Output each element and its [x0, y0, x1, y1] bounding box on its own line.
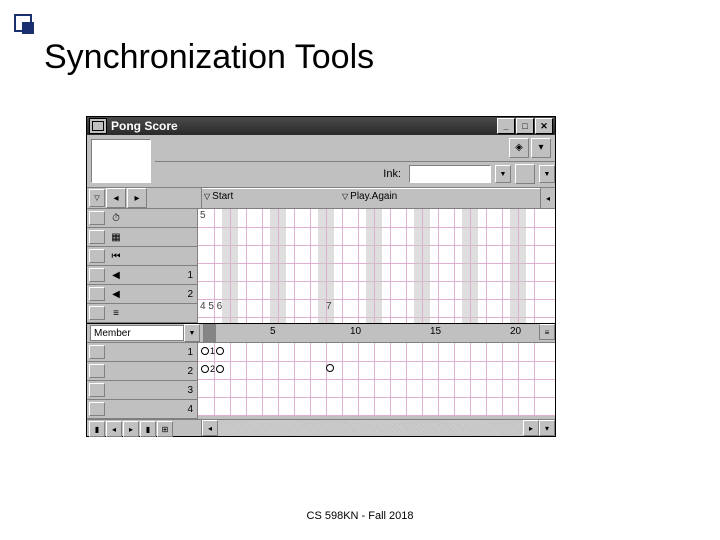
titlebar[interactable]: Pong Score _ □ ✕	[87, 117, 555, 135]
ink-dropdown[interactable]	[409, 165, 491, 183]
sound-icon: ◀	[108, 270, 124, 281]
step-fwd-button[interactable]: ▸	[123, 421, 139, 437]
frame-num: 5	[270, 326, 276, 337]
marker-start[interactable]: Start	[204, 191, 233, 202]
marker-track[interactable]: Start Play.Again	[202, 188, 540, 208]
last-frame-button[interactable]: ▮	[140, 421, 156, 437]
horizontal-scrollbar[interactable]: ◂ ▸	[202, 420, 539, 436]
sprite-channel-2[interactable]: 2	[87, 362, 197, 381]
marker-controls: ▽ ◂ ▸	[87, 188, 202, 208]
ink-label: Ink:	[383, 168, 401, 180]
keyframe-icon	[201, 365, 209, 373]
frame-ruler-track[interactable]: 5 10 15 20	[204, 324, 539, 342]
script-channel[interactable]: ≡	[87, 304, 197, 323]
sprite-channel-1[interactable]: 1	[87, 343, 197, 362]
effect-grid[interactable]: 5 4 5 6 7	[198, 209, 555, 323]
sprite-cell[interactable]: 1	[201, 346, 224, 356]
cast-preview[interactable]	[91, 139, 151, 183]
slide-footer: CS 598KN - Fall 2018	[0, 510, 720, 522]
next-marker-button[interactable]: ▸	[127, 188, 147, 208]
drop-icon[interactable]: ▾	[531, 138, 551, 158]
step-back-button[interactable]: ◂	[106, 421, 122, 437]
frame-ruler: Member ▼ 5 10 15 20 ≡	[87, 323, 555, 343]
first-frame-button[interactable]: ▮	[89, 421, 105, 437]
member-dropdown-arrow[interactable]: ▼	[184, 324, 200, 342]
sound-icon: ◀	[108, 289, 124, 300]
ink-extra-button[interactable]	[515, 164, 535, 184]
sprite-channel-3[interactable]: 3	[87, 381, 197, 400]
ink-dropdown-arrow[interactable]: ▼	[495, 165, 511, 183]
effect-channel-labels: ⏱ ▦ ⏮ ◀1 ◀2 ≡	[87, 209, 198, 323]
marker-row: ▽ ◂ ▸ Start Play.Again ◂	[87, 188, 555, 209]
scroll-right-button[interactable]: ▸	[523, 420, 539, 436]
sprite-channel-4[interactable]: 4	[87, 400, 197, 419]
frame-num: 20	[510, 326, 521, 337]
nav-buttons: ▮ ◂ ▸ ▮ ⊞	[87, 420, 202, 436]
sprite-cell[interactable]	[326, 364, 334, 372]
transition-icon: ⏮	[108, 251, 124, 262]
sound2-channel[interactable]: ◀2	[87, 285, 197, 304]
keyframe-icon	[201, 347, 209, 355]
palette-channel[interactable]: ▦	[87, 228, 197, 247]
keyframe-icon	[216, 365, 224, 373]
maximize-button[interactable]: □	[516, 118, 534, 134]
sound1-channel[interactable]: ◀1	[87, 266, 197, 285]
sprite-grid[interactable]: 1 2	[198, 343, 555, 415]
system-menu-icon[interactable]	[89, 118, 107, 134]
cell-text: 7	[326, 301, 332, 312]
tempo-channel[interactable]: ⏱	[87, 209, 197, 228]
playhead[interactable]	[204, 324, 216, 342]
palette-icon: ▦	[108, 232, 124, 243]
close-button[interactable]: ✕	[535, 118, 553, 134]
keyframe-icon	[216, 347, 224, 355]
marker-menu[interactable]: ▽	[89, 189, 105, 207]
window-title: Pong Score	[111, 119, 496, 133]
cell-text: 4 5 6	[200, 301, 222, 312]
keyframe-icon	[326, 364, 334, 372]
collapse-button[interactable]: ≡	[539, 324, 555, 340]
scroll-down-button[interactable]: ▾	[539, 420, 555, 436]
script-icon: ≡	[108, 308, 124, 319]
slide-bullet-icon	[14, 14, 36, 36]
zoom-button[interactable]: ⊞	[157, 421, 173, 437]
score-window: Pong Score _ □ ✕ ◈ ▾ Ink: ▼ ▼ ▽ ◂ ▸	[86, 116, 556, 437]
cell-text: 5	[200, 210, 206, 221]
frame-num: 10	[350, 326, 361, 337]
toolbar-bottom: Ink: ▼ ▼	[155, 162, 555, 188]
scroll-left-button[interactable]: ◂	[202, 420, 218, 436]
transition-channel[interactable]: ⏮	[87, 247, 197, 266]
minimize-button[interactable]: _	[497, 118, 515, 134]
sprite-cell[interactable]: 2	[201, 364, 224, 374]
marker-add-button[interactable]: ◂	[540, 188, 555, 208]
effect-channels-area: ⏱ ▦ ⏮ ◀1 ◀2 ≡	[87, 209, 555, 323]
member-dropdown[interactable]: Member	[90, 325, 184, 341]
sprite-channel-labels: 1 2 3 4	[87, 343, 198, 419]
bottom-bar: ▮ ◂ ▸ ▮ ⊞ ◂ ▸ ▾	[87, 419, 555, 436]
key-icon[interactable]: ◈	[509, 138, 529, 158]
ink-extra-arrow[interactable]: ▼	[539, 165, 555, 183]
slide-title: Synchronization Tools	[44, 38, 374, 77]
prev-marker-button[interactable]: ◂	[106, 188, 126, 208]
sprite-channels-area: 1 2 3 4 1 2	[87, 343, 555, 419]
marker-playagain[interactable]: Play.Again	[342, 191, 397, 202]
toolbar: ◈ ▾ Ink: ▼ ▼	[87, 135, 555, 188]
toolbar-top: ◈ ▾	[155, 135, 555, 162]
tempo-icon: ⏱	[108, 213, 124, 224]
frame-num: 15	[430, 326, 441, 337]
